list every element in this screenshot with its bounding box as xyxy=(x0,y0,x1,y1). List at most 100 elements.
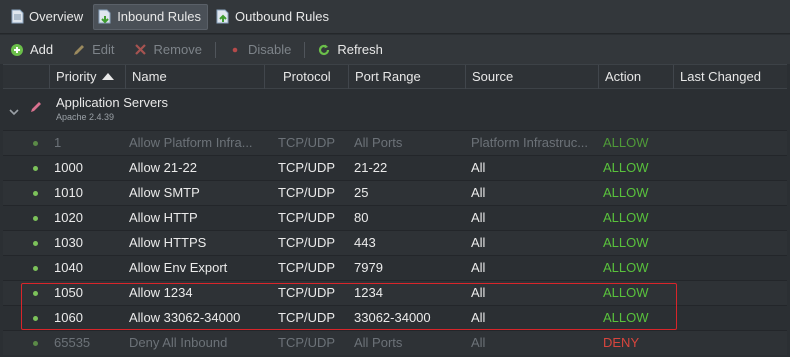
cell-port-range: 443 xyxy=(354,235,376,250)
cell-port-range: All Ports xyxy=(354,335,403,350)
pencil-icon xyxy=(29,100,43,117)
add-icon xyxy=(10,43,24,57)
table-row[interactable]: 1050 Allow 1234 TCP/UDP 1234 All ALLOW xyxy=(3,280,787,305)
refresh-button-label: Refresh xyxy=(337,42,383,57)
disable-dot-icon xyxy=(228,43,242,57)
cell-priority: 1 xyxy=(54,135,62,150)
status-dot-icon xyxy=(33,316,38,321)
cell-source: All xyxy=(471,210,486,225)
cell-action: ALLOW xyxy=(603,235,649,250)
cell-name: Allow 21-22 xyxy=(129,160,197,175)
table-row[interactable]: 1 Allow Platform Infra... TCP/UDP All Ports… xyxy=(3,130,787,155)
cell-port-range: 25 xyxy=(354,185,369,200)
cell-action: ALLOW xyxy=(603,160,649,175)
cell-name: Allow HTTPS xyxy=(129,235,207,250)
column-header-priority[interactable]: Priority xyxy=(49,65,125,89)
table-row[interactable]: 1010 Allow SMTP TCP/UDP 25 All ALLOW xyxy=(3,180,787,205)
status-dot-icon xyxy=(33,216,38,221)
column-header-last-changed-label: Last Changed xyxy=(680,69,761,84)
tab-bar: Overview Inbound Rules Outbound Rules xyxy=(0,0,790,34)
remove-button-label: Remove xyxy=(153,42,202,57)
rules-table-body: 1 Allow Platform Infra... TCP/UDP All Ports… xyxy=(3,130,787,355)
tab-outbound-rules[interactable]: Outbound Rules xyxy=(212,4,335,30)
column-header-protocol[interactable]: Protocol xyxy=(264,65,348,89)
cell-action: ALLOW xyxy=(603,135,649,150)
group-row-application-servers[interactable]: Application Servers Apache 2.4.39 xyxy=(3,89,787,130)
cell-protocol: TCP/UDP xyxy=(278,135,336,150)
cell-source: All xyxy=(471,260,486,275)
column-header-name[interactable]: Name xyxy=(125,65,264,89)
cell-priority: 1060 xyxy=(54,310,83,325)
table-row[interactable]: 1000 Allow 21-22 TCP/UDP 21-22 All ALLOW xyxy=(3,155,787,180)
column-header-action-label: Action xyxy=(605,69,642,84)
cell-name: Allow 33062-34000 xyxy=(129,310,241,325)
column-header-name-label: Name xyxy=(132,69,167,84)
table-row[interactable]: 1030 Allow HTTPS TCP/UDP 443 All ALLOW xyxy=(3,230,787,255)
toolbar-divider xyxy=(304,41,306,58)
column-header-action[interactable]: Action xyxy=(598,65,673,89)
cell-name: Deny All Inbound xyxy=(129,335,228,350)
cell-protocol: TCP/UDP xyxy=(278,285,336,300)
cell-source: All xyxy=(471,160,486,175)
status-dot-icon xyxy=(33,191,38,196)
cell-port-range: 7979 xyxy=(354,260,383,275)
toolbar: Add Edit Remove Disable Refresh xyxy=(0,35,790,64)
cell-priority: 1010 xyxy=(54,185,83,200)
cell-source: All xyxy=(471,185,486,200)
cell-source: All xyxy=(471,310,486,325)
edit-button-label: Edit xyxy=(92,42,115,57)
cell-name: Allow 1234 xyxy=(129,285,193,300)
cell-action: ALLOW xyxy=(603,285,649,300)
cell-port-range: 21-22 xyxy=(354,160,388,175)
cell-action: ALLOW xyxy=(603,310,649,325)
cell-port-range: 33062-34000 xyxy=(354,310,431,325)
cell-priority: 1020 xyxy=(54,210,83,225)
column-header-port-range[interactable]: Port Range xyxy=(348,65,465,89)
cell-port-range: 1234 xyxy=(354,285,383,300)
disable-button[interactable]: Disable xyxy=(228,42,291,57)
cell-priority: 1000 xyxy=(54,160,83,175)
add-button[interactable]: Add xyxy=(10,42,53,57)
table-row[interactable]: 1040 Allow Env Export TCP/UDP 7979 All ALLOW xyxy=(3,255,787,280)
remove-button[interactable]: Remove xyxy=(134,42,202,57)
tab-outbound-rules-label: Outbound Rules xyxy=(235,9,329,24)
cell-protocol: TCP/UDP xyxy=(278,310,336,325)
cell-priority: 1050 xyxy=(54,285,83,300)
cell-protocol: TCP/UDP xyxy=(278,185,336,200)
cell-action: ALLOW xyxy=(603,260,649,275)
status-dot-icon xyxy=(33,291,38,296)
refresh-icon xyxy=(317,43,331,57)
table-row[interactable]: 65535 Deny All Inbound TCP/UDP All Ports All… xyxy=(3,330,787,355)
column-header-last-changed[interactable]: Last Changed xyxy=(673,65,787,89)
status-dot-icon xyxy=(33,341,38,346)
column-header-source[interactable]: Source xyxy=(465,65,598,89)
tab-inbound-rules-label: Inbound Rules xyxy=(117,9,202,24)
table-row[interactable]: 1020 Allow HTTP TCP/UDP 80 All ALLOW xyxy=(3,205,787,230)
status-dot-icon xyxy=(33,141,38,146)
close-icon xyxy=(134,43,148,57)
refresh-button[interactable]: Refresh xyxy=(317,42,383,57)
cell-name: Allow SMTP xyxy=(129,185,200,200)
chevron-down-icon[interactable] xyxy=(9,104,19,119)
add-button-label: Add xyxy=(30,42,54,57)
status-dot-icon xyxy=(33,166,38,171)
pencil-icon xyxy=(72,43,86,57)
inbound-rules-icon xyxy=(98,9,112,24)
tab-overview-label: Overview xyxy=(29,9,84,24)
tab-inbound-rules[interactable]: Inbound Rules xyxy=(93,3,209,30)
cell-priority: 1040 xyxy=(54,260,83,275)
column-header-priority-label: Priority xyxy=(56,69,97,84)
column-header-protocol-label: Protocol xyxy=(283,69,331,84)
grid-header: Priority Name Protocol Port Range Source… xyxy=(3,64,787,89)
table-row[interactable]: 1060 Allow 33062-34000 TCP/UDP 33062-34000 A… xyxy=(3,305,787,330)
status-dot-icon xyxy=(33,241,38,246)
group-title: Application Servers xyxy=(56,95,168,110)
cell-name: Allow HTTP xyxy=(129,210,198,225)
toolbar-divider xyxy=(214,41,216,58)
cell-source: All xyxy=(471,235,486,250)
tab-overview[interactable]: Overview xyxy=(6,4,89,30)
cell-priority: 65535 xyxy=(54,335,91,350)
edit-button[interactable]: Edit xyxy=(72,42,115,57)
cell-name: Allow Env Export xyxy=(129,260,228,275)
cell-protocol: TCP/UDP xyxy=(278,160,336,175)
